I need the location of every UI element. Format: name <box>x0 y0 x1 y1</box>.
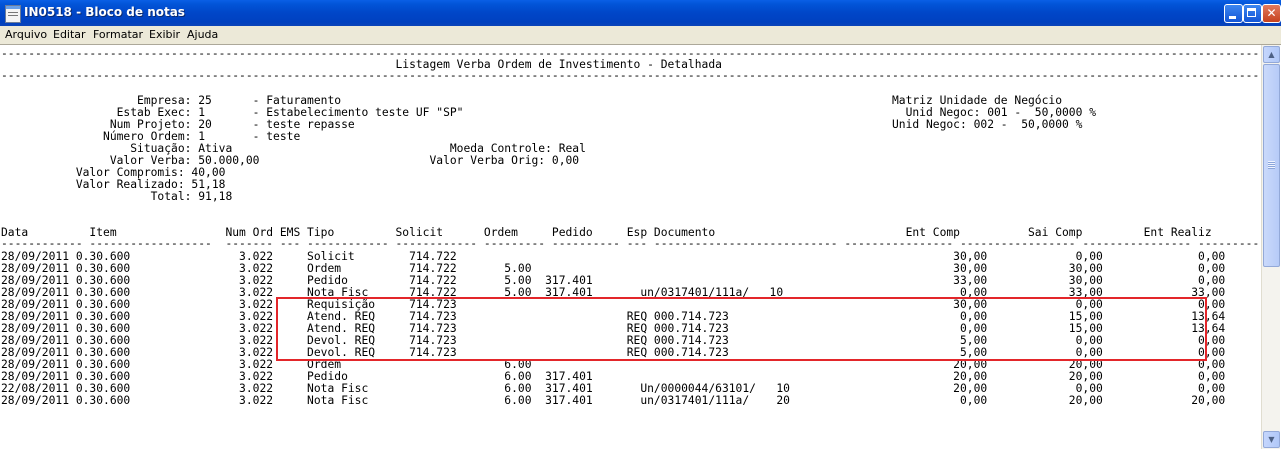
window-title: IN0518 - Bloco de notas <box>24 5 185 19</box>
menu-ajuda[interactable]: Ajuda <box>187 28 218 41</box>
notepad-icon <box>5 5 21 23</box>
menu-exibir[interactable]: Exibir <box>149 28 180 41</box>
title-bar[interactable]: IN0518 - Bloco de notas <box>0 0 1281 26</box>
maximize-button[interactable] <box>1243 4 1262 23</box>
menu-bar: Arquivo Editar Formatar Exibir Ajuda <box>0 26 1281 45</box>
scroll-down-button[interactable]: ▼ <box>1263 431 1280 448</box>
menu-arquivo[interactable]: Arquivo <box>5 28 47 41</box>
separator-line: ------------ ------------------ ------- … <box>1 237 1261 250</box>
menu-editar[interactable]: Editar <box>53 28 86 41</box>
trailing-dashes: --- <box>1 405 1261 417</box>
scroll-thumb[interactable] <box>1263 64 1280 267</box>
text-editor[interactable]: ----------------------------------------… <box>0 45 1261 449</box>
separator-line: ----------------------------------------… <box>1 69 1261 82</box>
minimize-button[interactable] <box>1224 4 1243 23</box>
vertical-scrollbar[interactable]: ▲ ▼ <box>1261 45 1280 449</box>
menu-formatar[interactable]: Formatar <box>93 28 143 41</box>
scroll-up-button[interactable]: ▲ <box>1263 46 1280 63</box>
close-button[interactable] <box>1262 4 1281 23</box>
header-line: Total: 91,18 <box>1 190 233 203</box>
